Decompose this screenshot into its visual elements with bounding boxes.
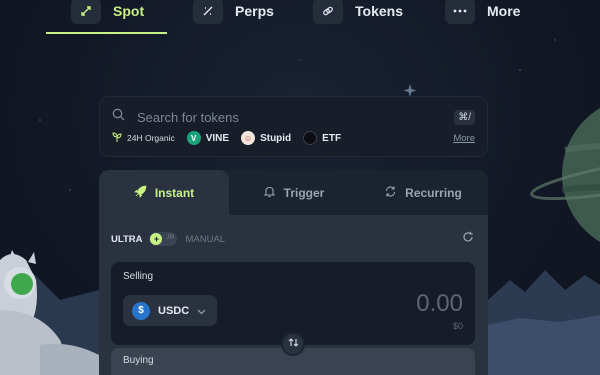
dots-icon [445,0,475,24]
ultra-manual-toggle-row: ULTRA + JR MANUAL [111,230,474,248]
top-nav: Spot Perps Tokens More [0,0,600,34]
tab-instant[interactable]: Instant [99,170,229,215]
refresh-icon[interactable] [462,230,474,248]
manual-label[interactable]: MANUAL [185,234,225,245]
search-icon [112,108,125,126]
ultra-mode-toggle[interactable]: + JR [149,232,178,246]
etf-token-icon [303,131,318,145]
stupid-token-icon: ☺ [241,131,256,145]
nav-item-tokens[interactable]: Tokens [313,0,403,33]
more-chips-link[interactable]: More [453,133,475,144]
chip-label: ETF [322,132,342,144]
plus-icon: + [150,233,163,245]
toggle-off-text: JR [165,234,175,241]
active-tab-indicator [46,32,167,34]
tab-recurring[interactable]: Recurring [358,170,488,215]
chip-vine[interactable]: V VINE [186,131,230,145]
tab-label: Trigger [283,185,325,200]
token-search-card: Search for tokens ⌘/ 24H Organic V VINE … [99,96,488,157]
tab-label: Instant [154,185,195,200]
bell-icon [263,185,276,201]
nav-label-perps: Perps [235,2,274,19]
nav-item-more[interactable]: More [445,0,520,33]
tab-label: Recurring [405,185,462,200]
swap-arrows-icon [71,0,101,24]
chip-stupid[interactable]: ☺ Stupid [241,131,291,145]
chip-label: 24H Organic [127,133,175,143]
rocket-icon [133,185,147,201]
buying-label: Buying [123,355,154,366]
usdc-token-icon: $ [132,301,150,320]
perps-icon [193,0,223,24]
ultra-label: ULTRA [111,233,143,245]
nav-label-more: More [487,2,521,19]
sell-token-name: USDC [158,304,190,317]
link-icon [313,0,343,24]
flip-direction-button[interactable] [281,332,305,356]
sprout-icon [112,132,122,144]
selling-label: Selling [123,271,154,282]
search-placeholder: Search for tokens [137,109,239,125]
sell-token-selector[interactable]: $ USDC [123,295,217,326]
nav-item-perps[interactable]: Perps [193,0,274,33]
chip-etf[interactable]: ETF [303,131,341,145]
nav-item-spot[interactable]: Spot [71,0,144,33]
recurring-icon [384,185,397,201]
swap-mode-tabs: Instant Trigger Recurring [99,170,488,215]
vine-icon: V [186,131,201,145]
swap-panel: Instant Trigger Recurring ULTRA + JR MAN… [99,170,488,375]
tab-trigger[interactable]: Trigger [229,170,358,215]
chip-24h-organic[interactable]: 24H Organic [112,132,175,144]
trending-chips: 24H Organic V VINE ☺ Stupid ETF More [112,130,475,146]
sell-amount-input[interactable]: 0.00 [416,290,463,318]
nav-label-spot: Spot [113,2,145,19]
chip-label: Stupid [260,132,292,144]
sell-usd-value: $0 [452,321,463,331]
chevron-down-icon [197,302,206,320]
nav-label-tokens: Tokens [355,2,403,19]
search-input[interactable]: Search for tokens ⌘/ [112,107,475,127]
swap-vertical-icon [288,335,299,353]
chip-label: VINE [205,132,230,144]
search-shortcut-badge: ⌘/ [454,109,475,125]
